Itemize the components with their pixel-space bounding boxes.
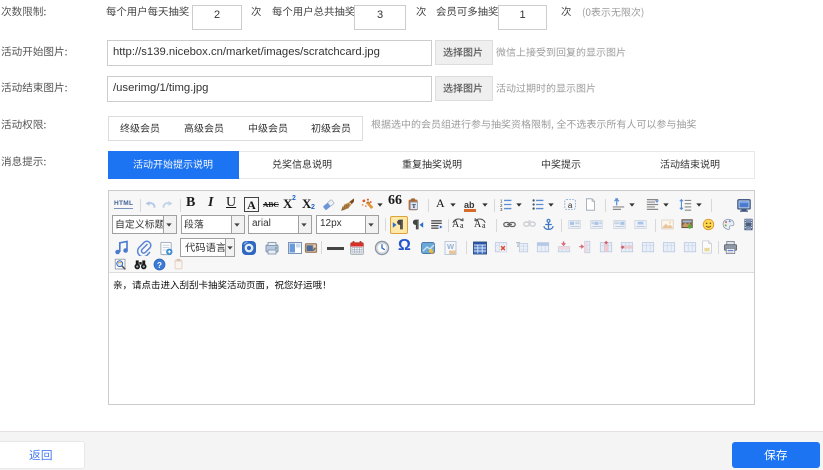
svg-text:?: ?: [157, 261, 162, 270]
svg-text:W: W: [447, 242, 455, 251]
svg-text:3: 3: [500, 207, 503, 211]
svg-text:a: a: [568, 201, 573, 210]
svg-text:T: T: [412, 203, 417, 210]
